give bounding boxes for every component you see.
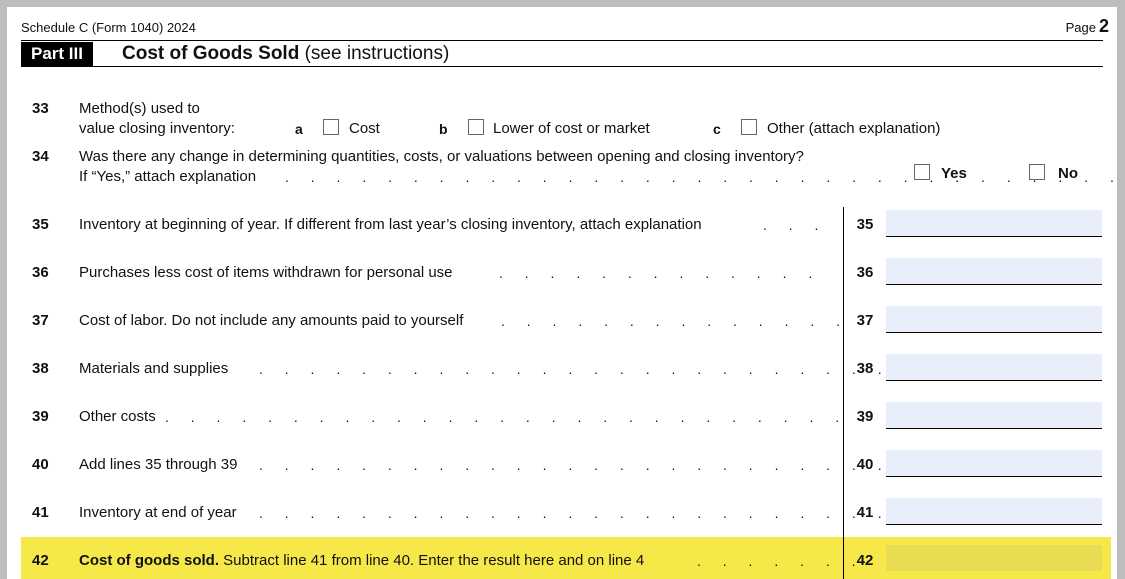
line-36-number: 36 bbox=[32, 264, 49, 281]
line-40-box-number: 40 bbox=[856, 456, 874, 473]
line-33-text-2: value closing inventory: bbox=[79, 120, 235, 137]
part-title: Cost of Goods Sold (see instructions) bbox=[122, 42, 449, 66]
line-41-dots: . . . . . . . . . . . . . . . . . . . . … bbox=[259, 505, 917, 521]
line-39-number: 39 bbox=[32, 408, 49, 425]
line-37-amount-field[interactable] bbox=[886, 306, 1102, 333]
line-35-box-number: 35 bbox=[856, 216, 874, 233]
line-35-text: Inventory at beginning of year. If diffe… bbox=[79, 216, 702, 233]
line-38-dots: . . . . . . . . . . . . . . . . . . . . … bbox=[259, 361, 943, 377]
line-37-box-number: 37 bbox=[856, 312, 874, 329]
line-36-amount-field[interactable] bbox=[886, 258, 1102, 285]
page-number: 2 bbox=[1098, 16, 1109, 36]
line-42-amount-field[interactable] bbox=[886, 545, 1102, 571]
line-38-number: 38 bbox=[32, 360, 49, 377]
line-39-box-number: 39 bbox=[856, 408, 874, 425]
line-38-text: Materials and supplies bbox=[79, 360, 229, 377]
line-40-dots: . . . . . . . . . . . . . . . . . . . . … bbox=[259, 457, 917, 473]
line-38-amount-field[interactable] bbox=[886, 354, 1102, 381]
line-41-box-number: 41 bbox=[856, 504, 874, 521]
line-39-dots: . . . . . . . . . . . . . . . . . . . . … bbox=[165, 409, 952, 425]
line-34-number: 34 bbox=[32, 148, 49, 165]
page-label: Page bbox=[1065, 20, 1096, 35]
line-34-text-2: If “Yes,” attach explanation bbox=[79, 168, 257, 185]
line-35-amount-field[interactable] bbox=[886, 210, 1102, 237]
other-label: Other (attach explanation) bbox=[767, 120, 941, 137]
line-37-text: Cost of labor. Do not include any amount… bbox=[79, 312, 464, 329]
yes-checkbox[interactable] bbox=[914, 164, 930, 180]
part-title-rest: (see instructions) bbox=[299, 43, 450, 64]
line-42-number: 42 bbox=[32, 552, 49, 569]
other-checkbox[interactable] bbox=[741, 119, 757, 135]
line-41-text: Inventory at end of year bbox=[79, 504, 237, 521]
line-36-box-number: 36 bbox=[856, 264, 874, 281]
no-checkbox[interactable] bbox=[1029, 164, 1045, 180]
yes-label: Yes bbox=[941, 165, 967, 182]
part-label: Part III bbox=[21, 42, 93, 66]
line-41-number: 41 bbox=[32, 504, 49, 521]
cost-label: Cost bbox=[349, 120, 380, 137]
line-39-amount-field[interactable] bbox=[886, 402, 1102, 429]
option-a-letter: a bbox=[295, 121, 303, 137]
line-41-amount-field[interactable] bbox=[886, 498, 1102, 525]
line-42-text: Cost of goods sold. Subtract line 41 fro… bbox=[79, 552, 644, 569]
line-34-text-1: Was there any change in determining quan… bbox=[79, 148, 804, 165]
line-37-number: 37 bbox=[32, 312, 49, 329]
line-40-amount-field[interactable] bbox=[886, 450, 1102, 477]
line-40-number: 40 bbox=[32, 456, 49, 473]
line-42-box-number: 42 bbox=[856, 552, 874, 569]
line-33-number: 33 bbox=[32, 100, 49, 117]
cost-checkbox[interactable] bbox=[323, 119, 339, 135]
line-42-text-rest: Subtract line 41 from line 40. Enter the… bbox=[219, 552, 645, 569]
line-36-text: Purchases less cost of items withdrawn f… bbox=[79, 264, 453, 281]
line-39-text: Other costs bbox=[79, 408, 156, 425]
top-rule bbox=[21, 40, 1103, 41]
part-rule bbox=[21, 66, 1103, 67]
option-c-letter: c bbox=[713, 121, 721, 137]
form-page: Schedule C (Form 1040) 2024 Page 2 Part I… bbox=[7, 7, 1117, 579]
no-label: No bbox=[1058, 165, 1078, 182]
part-title-bold: Cost of Goods Sold bbox=[122, 43, 300, 64]
line-35-dots: . . . bbox=[763, 217, 828, 233]
lower-of-cost-checkbox[interactable] bbox=[468, 119, 484, 135]
line-38-box-number: 38 bbox=[856, 360, 874, 377]
line-36-dots: . . . . . . . . . . . . . bbox=[499, 265, 822, 281]
option-b-letter: b bbox=[439, 121, 448, 137]
column-rule bbox=[843, 207, 844, 579]
line-34-dots: . . . . . . . . . . . . . . . . . . . . … bbox=[285, 169, 1117, 185]
line-33-text-1: Method(s) used to bbox=[79, 100, 200, 117]
line-42-text-bold: Cost of goods sold. bbox=[79, 552, 219, 569]
form-id: Schedule C (Form 1040) 2024 bbox=[21, 20, 196, 35]
lower-of-cost-label: Lower of cost or market bbox=[493, 120, 650, 137]
line-42-dots: . . . . . . . bbox=[697, 553, 865, 569]
page-indicator: Page 2 bbox=[1066, 16, 1109, 37]
line-40-text: Add lines 35 through 39 bbox=[79, 456, 238, 473]
line-37-dots: . . . . . . . . . . . . . . bbox=[501, 313, 850, 329]
line-35-number: 35 bbox=[32, 216, 49, 233]
